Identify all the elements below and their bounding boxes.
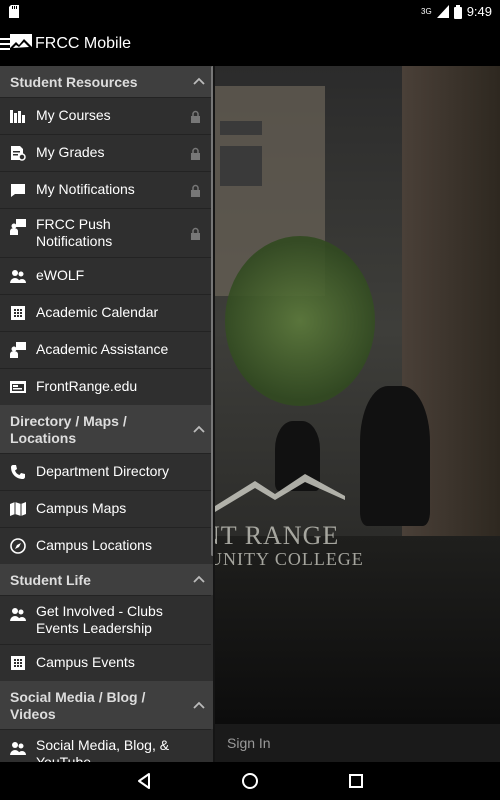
sign-in-link[interactable]: Sign In [227,735,271,751]
signal-icon [436,5,449,18]
menu-item-frcc-push-notifications[interactable]: FRCC Push Notifications [0,208,211,257]
menu-item-label: Campus Events [36,654,135,670]
menu-item-label: Academic Calendar [36,304,159,320]
menu-item-label: Get Involved - Clubs Events Leadership [36,603,163,636]
chevron-up-icon[interactable] [193,701,205,709]
person-board-icon [10,219,26,235]
phone-icon [11,465,25,479]
menu-item-my-courses[interactable]: My Courses [0,97,211,134]
people-icon [10,742,26,755]
person-board-icon [10,342,26,358]
menu-item-label: eWOLF [36,267,85,283]
menu-item-my-grades[interactable]: My Grades [0,134,211,171]
chevron-up-icon[interactable] [193,575,205,583]
map-icon [10,502,26,516]
menu-item-social-media[interactable]: Social Media, Blog, & YouTube [0,729,211,762]
chevron-up-icon[interactable] [193,77,205,85]
menu-item-label: Social Media, Blog, & YouTube [36,737,170,762]
calendar-grid-icon [11,306,25,320]
menu-item-campus-locations[interactable]: Campus Locations [0,527,211,564]
menu-item-label: My Notifications [36,181,135,197]
section-label: Student Resources [10,74,138,90]
chevron-up-icon[interactable] [193,425,205,433]
menu-item-label: Academic Assistance [36,341,169,357]
signal-type: 3G [421,7,432,16]
menu-item-get-involved[interactable]: Get Involved - Clubs Events Leadership [0,595,211,644]
menu-item-label: My Grades [36,144,105,160]
section-label: Directory / Maps / Locations [10,413,127,446]
college-wordmark-line2: UNITY COLLEGE [215,549,364,569]
app-bar: FRCC Mobile [0,24,500,66]
lock-icon [191,110,200,123]
menu-item-label: FRCC Push Notifications [36,216,113,249]
clock: 9:49 [466,4,492,19]
system-navigation-bar [0,762,500,800]
navigation-drawer: Student Resources My Courses My Grades M… [0,66,215,762]
menu-item-my-notifications[interactable]: My Notifications [0,171,211,208]
grades-icon [11,146,26,161]
battery-icon [453,4,462,19]
lock-icon [191,147,200,160]
background-photo: NT RANGE UNITY COLLEGE [215,66,500,724]
menu-item-department-directory[interactable]: Department Directory [0,453,211,490]
calendar-grid-icon [11,656,25,670]
menu-item-label: My Courses [36,107,111,123]
menu-item-label: Campus Locations [36,537,152,553]
college-wordmark-line1: NT RANGE [215,521,340,550]
menu-item-campus-maps[interactable]: Campus Maps [0,490,211,527]
section-directory-maps-locations[interactable]: Directory / Maps / Locations [0,405,215,453]
menu-item-campus-events[interactable]: Campus Events [0,644,211,681]
back-icon[interactable] [134,771,154,791]
section-social-media[interactable]: Social Media / Blog / Videos [0,681,215,729]
compass-icon [10,538,26,554]
menu-item-label: FrontRange.edu [36,378,138,394]
home-icon[interactable] [240,771,260,791]
people-icon [10,270,26,283]
section-label: Social Media / Blog / Videos [10,689,146,722]
college-wordmark: NT RANGE UNITY COLLEGE [215,521,364,570]
recents-icon[interactable] [346,771,366,791]
sd-card-icon [9,5,19,18]
lock-icon [191,184,200,197]
courses-icon [10,110,25,123]
menu-icon[interactable] [0,36,10,52]
people-icon [10,608,26,621]
menu-item-academic-assistance[interactable]: Academic Assistance [0,331,211,368]
building-window [220,121,262,135]
sign-in-bar[interactable]: Sign In [215,724,500,762]
frcc-logo-icon[interactable] [10,34,32,52]
college-logo-mountains [215,474,345,512]
menu-item-ewolf[interactable]: eWOLF [0,257,211,294]
section-label: Student Life [10,572,91,588]
building-window [220,146,262,186]
app-title: FRCC Mobile [35,35,132,52]
lock-icon [191,227,200,240]
drawer-edge [213,66,215,762]
website-icon [10,381,26,393]
menu-item-label: Department Directory [36,463,170,479]
trees [225,236,375,406]
menu-item-label: Campus Maps [36,500,127,516]
menu-item-academic-calendar[interactable]: Academic Calendar [0,294,211,331]
chat-bubble-icon [11,184,25,197]
section-student-life[interactable]: Student Life [0,564,215,595]
menu-item-frontrange-edu[interactable]: FrontRange.edu [0,368,211,405]
status-bar: 3G 9:49 [0,0,500,24]
student-silhouette [360,386,430,526]
section-student-resources[interactable]: Student Resources [0,66,215,97]
